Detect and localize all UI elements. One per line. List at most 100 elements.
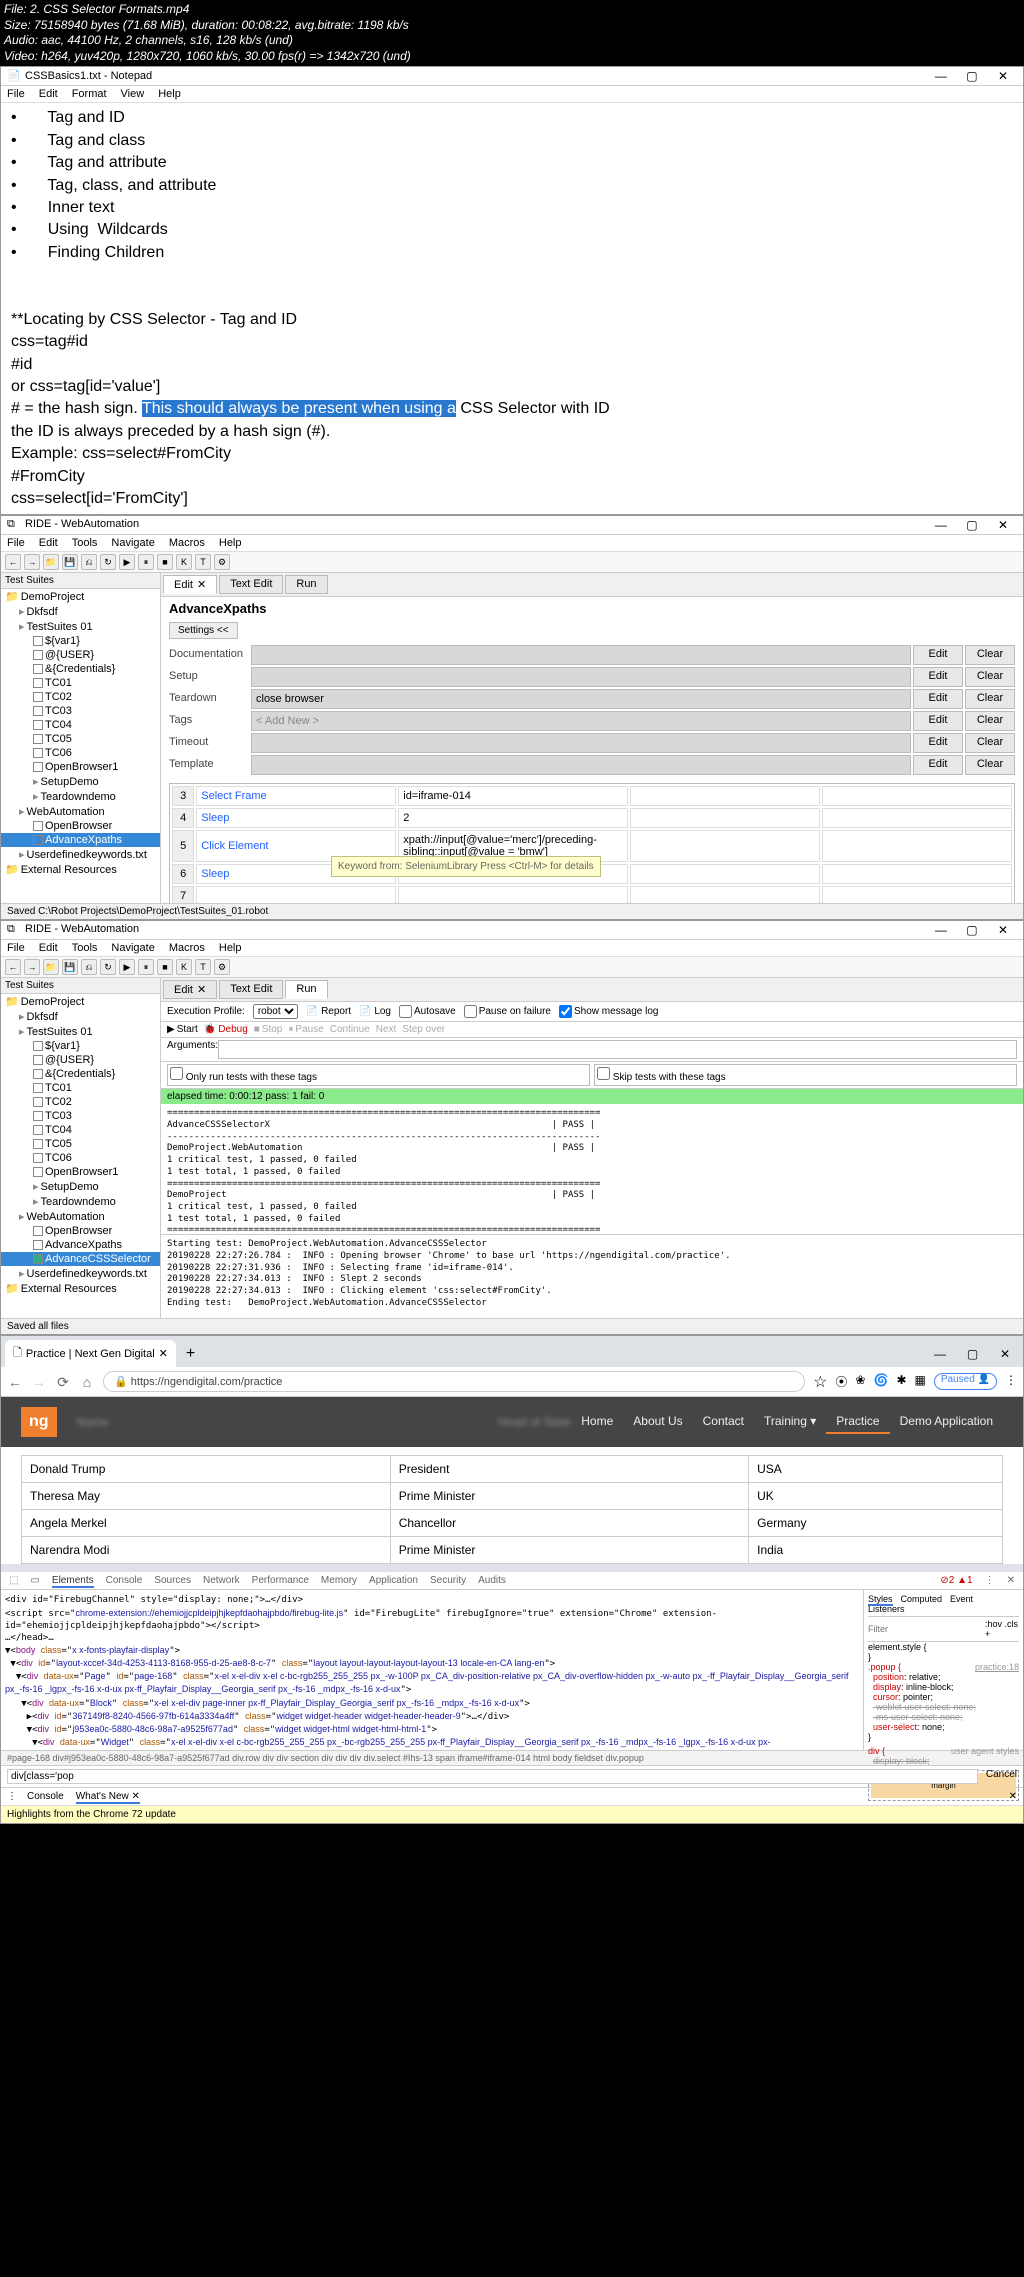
tree-item[interactable]: OpenBrowser1 <box>1 760 160 774</box>
error-badges[interactable]: ⊘2 ▲1 <box>940 1575 972 1586</box>
tree-item[interactable]: ▸ Dkfsdf <box>1 1009 160 1024</box>
tab-close-icon[interactable]: ✕ <box>159 1347 168 1360</box>
tree-item[interactable]: ▸ SetupDemo <box>1 1179 160 1194</box>
keyword-grid[interactable]: 3Select Frameid=iframe-0144Sleep25Click … <box>169 783 1015 903</box>
new-tab-button[interactable]: + <box>180 1345 201 1363</box>
drawer-tab[interactable]: Console <box>27 1791 64 1802</box>
tree-item[interactable]: ▸ TestSuites 01 <box>1 1024 160 1039</box>
devtools-tab-audits[interactable]: Audits <box>478 1575 506 1586</box>
clear-btn[interactable]: Clear <box>965 645 1015 665</box>
toolbar-btn[interactable]: ⏸ <box>138 959 154 975</box>
start-btn[interactable]: ▶ Start <box>167 1024 198 1035</box>
args-input[interactable] <box>218 1040 1017 1059</box>
back-button[interactable]: ← <box>7 1374 23 1390</box>
toolbar-btn[interactable]: ⏸ <box>138 554 154 570</box>
maximize-button[interactable]: ▢ <box>958 518 986 532</box>
toolbar-btn[interactable]: ↻ <box>100 959 116 975</box>
devtools-tab-memory[interactable]: Memory <box>321 1575 357 1586</box>
skip-tags-box[interactable]: Skip tests with these tags <box>594 1064 1017 1086</box>
tree-item[interactable]: TC04 <box>1 1123 160 1137</box>
site-logo[interactable]: ng <box>21 1407 57 1437</box>
tab-run[interactable]: Run <box>285 575 327 594</box>
field-value[interactable] <box>251 755 911 775</box>
close-button[interactable]: ✕ <box>991 1347 1019 1361</box>
menu-file[interactable]: File <box>7 537 25 549</box>
ext-icon[interactable]: ✱ <box>896 1373 906 1390</box>
tree-item[interactable]: ▸ TestSuites 01 <box>1 619 160 634</box>
tree-item[interactable]: TC03 <box>1 1109 160 1123</box>
toolbar-btn[interactable]: K <box>176 554 192 570</box>
notepad-content[interactable]: • Tag and ID • Tag and class • Tag and a… <box>1 103 1023 514</box>
nav-home[interactable]: Home <box>571 1410 623 1434</box>
nav-training[interactable]: Training ▾ <box>754 1410 826 1434</box>
nav-about-us[interactable]: About Us <box>623 1410 692 1434</box>
menu-edit[interactable]: Edit <box>39 537 58 549</box>
maximize-button[interactable]: ▢ <box>958 923 986 937</box>
field-value[interactable]: < Add New > <box>251 711 911 731</box>
nav-practice[interactable]: Practice <box>826 1410 889 1434</box>
minimize-button[interactable]: — <box>926 1347 954 1361</box>
style-filter[interactable] <box>868 1619 985 1639</box>
edit-btn[interactable]: Edit <box>913 711 963 731</box>
device-icon[interactable]: ▭ <box>30 1575 39 1586</box>
devtools-menu-icon[interactable]: ⋮ <box>985 1575 995 1586</box>
menu-help[interactable]: Help <box>158 88 181 100</box>
ext-icon[interactable]: ⦿ <box>835 1373 847 1390</box>
tree-item[interactable]: TC01 <box>1 676 160 690</box>
toolbar-btn[interactable]: ← <box>5 554 21 570</box>
ext-icon[interactable]: 🌀 <box>873 1373 888 1390</box>
edit-btn[interactable]: Edit <box>913 667 963 687</box>
devtools-tab-console[interactable]: Console <box>106 1575 143 1586</box>
tab-edit[interactable]: Edit✕ <box>163 980 217 999</box>
dom-search-input[interactable] <box>7 1769 978 1784</box>
console-menu-icon[interactable]: ⋮ <box>7 1791 17 1802</box>
tree-item[interactable]: ▸ SetupDemo <box>1 774 160 789</box>
edit-btn[interactable]: Edit <box>913 755 963 775</box>
tab-edit[interactable]: Edit✕ <box>163 575 217 594</box>
tree-item[interactable]: ▸ Userdefinedkeywords.txt <box>1 1266 160 1281</box>
paused-badge[interactable]: Paused 👤 <box>934 1373 997 1390</box>
nav-demo-application[interactable]: Demo Application <box>890 1410 1003 1434</box>
clear-btn[interactable]: Clear <box>965 689 1015 709</box>
autosave-cb[interactable] <box>399 1005 412 1018</box>
menu-file[interactable]: File <box>7 942 25 954</box>
devtools-tab-security[interactable]: Security <box>430 1575 466 1586</box>
tree-item[interactable]: ▸ Userdefinedkeywords.txt <box>1 847 160 862</box>
edit-btn[interactable]: Edit <box>913 689 963 709</box>
tree-item[interactable]: ${var1} <box>1 634 160 648</box>
tree-item[interactable]: @{USER} <box>1 1053 160 1067</box>
tree-item[interactable]: OpenBrowser <box>1 1224 160 1238</box>
menu-macros[interactable]: Macros <box>169 942 205 954</box>
toolbar-btn[interactable]: ⎌ <box>81 554 97 570</box>
only-tags-box[interactable]: Only run tests with these tags <box>167 1064 590 1086</box>
maximize-button[interactable]: ▢ <box>959 1347 987 1361</box>
toolbar-btn[interactable]: K <box>176 959 192 975</box>
dom-tree[interactable]: <div id="FirebugChannel" style="display:… <box>1 1590 863 1750</box>
menu-edit[interactable]: Edit <box>39 942 58 954</box>
inspect-icon[interactable]: ⬚ <box>9 1575 18 1586</box>
reload-button[interactable]: ⟳ <box>55 1374 71 1390</box>
menu-tools[interactable]: Tools <box>72 537 98 549</box>
search-cancel[interactable]: Cancel <box>986 1769 1017 1784</box>
toolbar-btn[interactable]: ⎌ <box>81 959 97 975</box>
close-button[interactable]: ✕ <box>989 923 1017 937</box>
toolbar-btn[interactable]: ■ <box>157 554 173 570</box>
field-value[interactable] <box>251 667 911 687</box>
tree-item[interactable]: TC06 <box>1 1151 160 1165</box>
menu-edit[interactable]: Edit <box>39 88 58 100</box>
ride2-tree[interactable]: Test Suites 📁 DemoProject▸ Dkfsdf▸ TestS… <box>1 978 161 1318</box>
nav-contact[interactable]: Contact <box>693 1410 754 1434</box>
log-btn[interactable]: Log <box>374 1006 391 1017</box>
menu-file[interactable]: File <box>7 88 25 100</box>
tree-item[interactable]: @{USER} <box>1 648 160 662</box>
forward-button[interactable]: → <box>31 1374 47 1390</box>
tree-item[interactable]: 📁 DemoProject <box>1 589 160 604</box>
minimize-button[interactable]: — <box>927 69 955 83</box>
field-value[interactable] <box>251 645 911 665</box>
tree-item[interactable]: TC02 <box>1 1095 160 1109</box>
maximize-button[interactable]: ▢ <box>958 69 986 83</box>
toolbar-btn[interactable]: T <box>195 554 211 570</box>
tree-item[interactable]: AdvanceXpaths <box>1 833 160 847</box>
styles-tab[interactable]: Computed <box>901 1594 943 1604</box>
tree-item[interactable]: 📁 External Resources <box>1 1281 160 1296</box>
